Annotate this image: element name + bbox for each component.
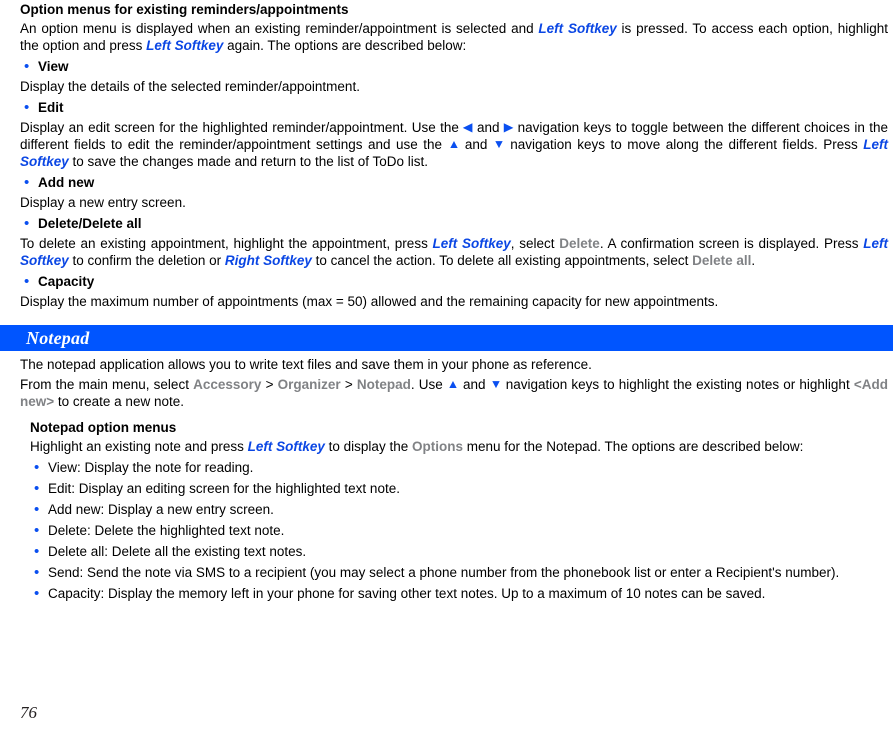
option-label-view: View <box>38 59 69 74</box>
path-sep-2: > <box>340 377 357 392</box>
bullet-dot-icon: • <box>24 174 30 191</box>
bullet-dot-icon: • <box>34 543 40 560</box>
notepad-options-intro: Highlight an existing note and press Lef… <box>30 436 888 456</box>
delete-text-5: to cancel the action. To delete all exis… <box>311 253 693 268</box>
option-bullet-add-new: • Add new <box>20 171 888 192</box>
delete-text-6: . <box>751 253 756 268</box>
notepad-intro-paragraph: The notepad application allows you to wr… <box>20 357 592 372</box>
path-text-5: to create a new note. <box>54 394 184 409</box>
notepad-option-menus-block: Notepad option menus Highlight an existi… <box>20 418 888 603</box>
list-item: • Send: Send the note via SMS to a recip… <box>30 561 888 582</box>
options-intro-1: Highlight an existing note and press <box>30 439 248 454</box>
section-band-title: Notepad <box>26 327 90 348</box>
manual-page: Option menus for existing reminders/appo… <box>0 0 893 731</box>
appointments-intro-paragraph: An option menu is displayed when an exis… <box>20 18 888 55</box>
list-item: • Capacity: Display the memory left in y… <box>30 582 888 603</box>
list-item-label: Delete: Delete the highlighted text note… <box>48 523 285 538</box>
right-softkey-ref: Right Softkey <box>224 253 312 268</box>
list-item-label: Delete all: Delete all the existing text… <box>48 544 307 559</box>
list-item: • Add new: Display a new entry screen. <box>30 498 888 519</box>
arrow-down-icon: ▼ <box>489 377 502 391</box>
edit-text-5: navigation keys to move along the differ… <box>504 137 864 152</box>
option-label-edit: Edit <box>38 100 64 115</box>
section-heading-appointments: Option menus for existing reminders/appo… <box>20 2 349 17</box>
notepad-path-paragraph: From the main menu, select Accessory > O… <box>20 374 888 411</box>
subsection-heading-notepad-options: Notepad option menus <box>30 420 177 435</box>
list-item-label: Add new: Display a new entry screen. <box>48 502 274 517</box>
path-text-2: . Use <box>410 377 447 392</box>
option-bullet-delete: • Delete/Delete all <box>20 212 888 233</box>
delete-text-1: To delete an existing appointment, highl… <box>20 236 433 251</box>
menu-ref-accessory: Accessory <box>193 377 262 392</box>
bullet-dot-icon: • <box>24 215 30 232</box>
arrow-down-icon: ▼ <box>492 137 506 151</box>
arrow-left-icon: ◀ <box>463 120 473 134</box>
delete-text-4: to confirm the deletion or <box>68 253 225 268</box>
intro-text-3: again. The options are described below: <box>223 38 467 53</box>
list-item-label: Capacity: Display the memory left in you… <box>48 586 766 601</box>
notepad-options-list: • View: Display the note for reading. • … <box>30 456 888 603</box>
option-label-add-new: Add new <box>38 175 95 190</box>
arrow-up-icon: ▲ <box>446 377 460 391</box>
bullet-dot-icon: • <box>24 58 30 75</box>
edit-text-4: and <box>459 137 493 152</box>
menu-ref-delete-all: Delete all <box>692 253 752 268</box>
option-bullet-edit: • Edit <box>20 96 888 117</box>
option-desc-delete: To delete an existing appointment, highl… <box>20 233 888 270</box>
bullet-dot-icon: • <box>34 522 40 539</box>
bullet-dot-icon: • <box>24 99 30 116</box>
delete-text-2: , select <box>510 236 560 251</box>
list-item: • Edit: Display an editing screen for th… <box>30 477 888 498</box>
list-item: • Delete: Delete the highlighted text no… <box>30 519 888 540</box>
left-softkey-ref: Left Softkey <box>247 439 325 454</box>
path-text-3: and <box>458 377 490 392</box>
options-intro-2: to display the <box>324 439 412 454</box>
option-bullet-capacity: • Capacity <box>20 270 888 291</box>
arrow-right-icon: ▶ <box>503 120 514 134</box>
path-text-4: navigation keys to highlight the existin… <box>501 377 854 392</box>
menu-ref-delete: Delete <box>559 236 600 251</box>
left-softkey-ref: Left Softkey <box>538 21 617 36</box>
bullet-dot-icon: • <box>34 564 40 581</box>
edit-text-1: Display an edit screen for the highlight… <box>20 120 464 135</box>
bullet-dot-icon: • <box>34 459 40 476</box>
option-desc-add-new: Display a new entry screen. <box>20 195 186 210</box>
option-label-delete: Delete/Delete all <box>38 216 142 231</box>
page-content: Option menus for existing reminders/appo… <box>0 0 893 603</box>
option-bullet-view: • View <box>20 55 888 76</box>
list-item-label: View: Display the note for reading. <box>48 460 254 475</box>
option-label-capacity: Capacity <box>38 274 95 289</box>
left-softkey-ref: Left Softkey <box>432 236 511 251</box>
page-number: 76 <box>20 703 37 722</box>
bullet-dot-icon: • <box>24 273 30 290</box>
left-softkey-ref: Left Softkey <box>146 38 224 53</box>
menu-ref-options: Options <box>411 439 463 454</box>
delete-text-3: . A confirmation screen is displayed. Pr… <box>599 236 864 251</box>
edit-text-6: to save the changes made and return to t… <box>68 154 428 169</box>
option-desc-edit: Display an edit screen for the highlight… <box>20 117 888 171</box>
path-text-1: From the main menu, select <box>20 377 194 392</box>
menu-ref-notepad: Notepad <box>356 377 411 392</box>
list-item-label: Send: Send the note via SMS to a recipie… <box>48 565 840 580</box>
list-item: • Delete all: Delete all the existing te… <box>30 540 888 561</box>
edit-text-2: and <box>472 120 504 135</box>
bullet-dot-icon: • <box>34 585 40 602</box>
options-intro-3: menu for the Notepad. The options are de… <box>462 439 804 454</box>
option-desc-capacity: Display the maximum number of appointmen… <box>20 294 719 309</box>
list-item: • View: Display the note for reading. <box>30 456 888 477</box>
option-desc-view: Display the details of the selected remi… <box>20 79 360 94</box>
intro-text-1: An option menu is displayed when an exis… <box>20 21 539 36</box>
arrow-up-icon: ▲ <box>447 137 460 151</box>
menu-ref-organizer: Organizer <box>277 377 341 392</box>
bullet-dot-icon: • <box>34 480 40 497</box>
section-band-notepad: Notepad <box>0 325 893 351</box>
list-item-label: Edit: Display an editing screen for the … <box>48 481 400 496</box>
bullet-dot-icon: • <box>34 501 40 518</box>
path-sep-1: > <box>261 377 278 392</box>
